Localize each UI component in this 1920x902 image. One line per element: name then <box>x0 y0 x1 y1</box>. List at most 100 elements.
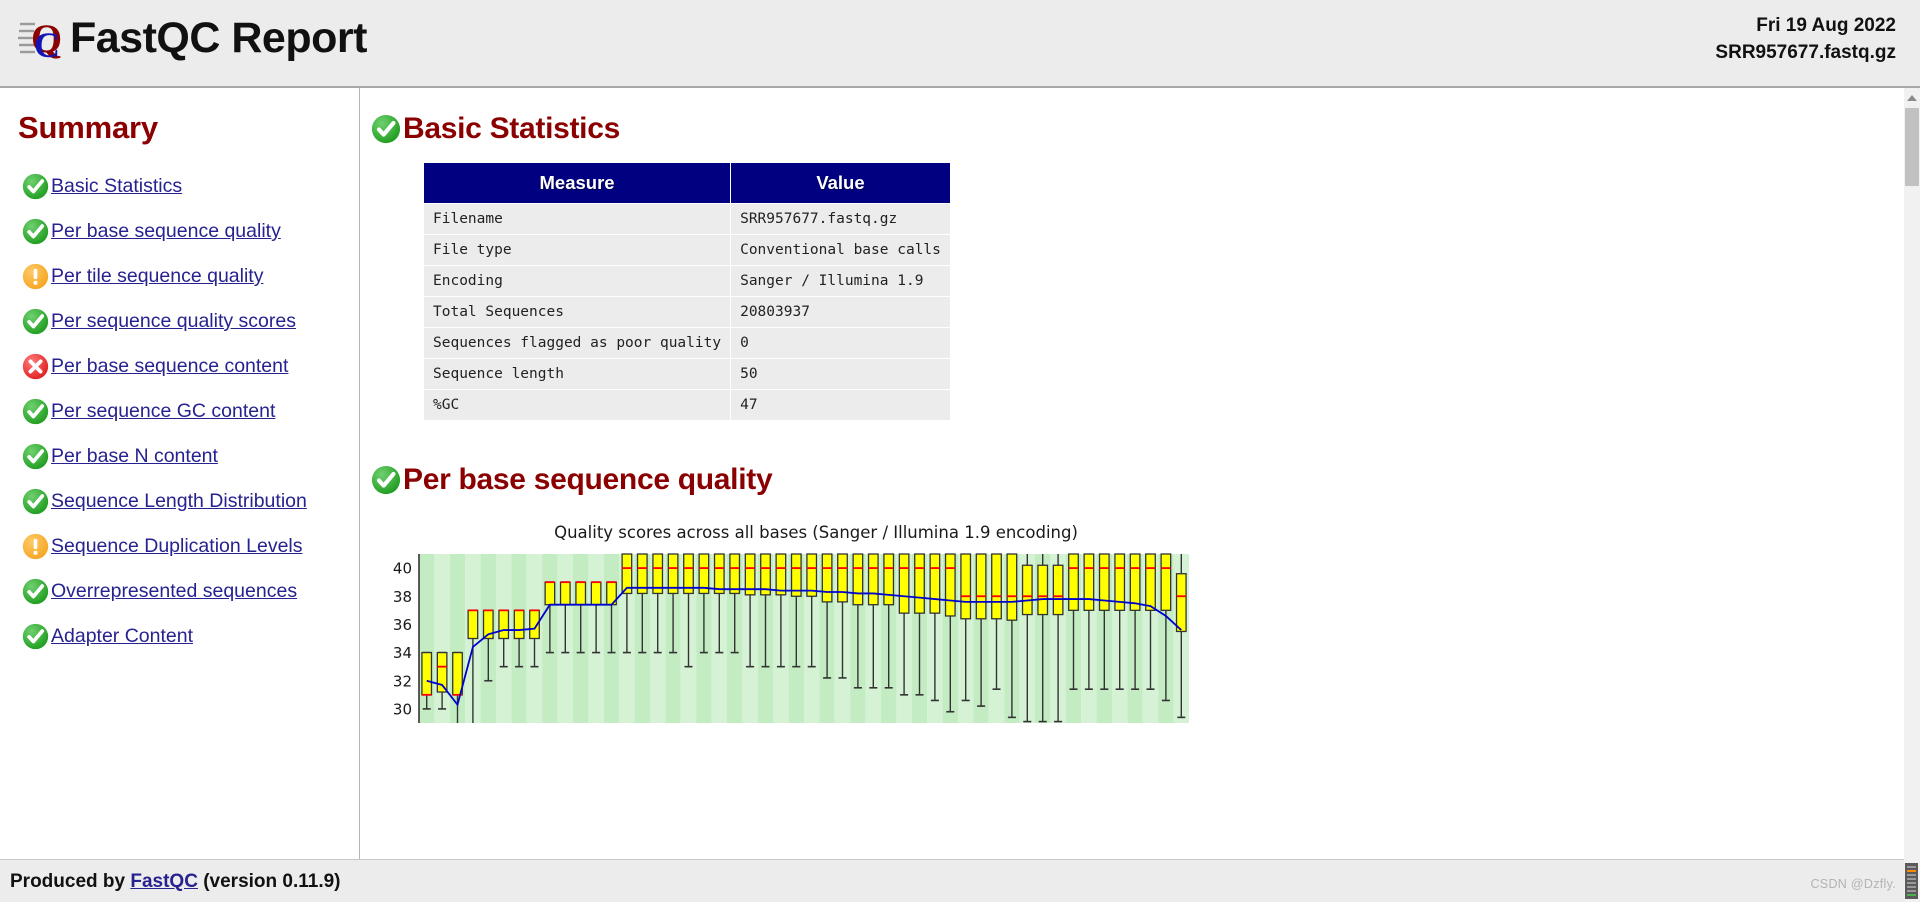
table-row: Filename SRR957677.fastq.gz <box>422 203 951 235</box>
table-row: File type Conventional base calls <box>422 234 951 266</box>
check-circle-icon <box>22 398 49 425</box>
report-filename: SRR957677.fastq.gz <box>1715 41 1896 63</box>
basic-statistics-title: Basic Statistics <box>403 112 620 145</box>
scrollbar-corner <box>1904 859 1920 902</box>
table-header-row: Measure Value <box>422 162 951 204</box>
measure-cell: Filename <box>422 203 732 235</box>
sidebar-item-per-base-sequence-content[interactable]: Per base sequence content <box>0 344 359 389</box>
page-header: Q C FastQC Report Fri 19 Aug 2022 SRR957… <box>0 0 1920 88</box>
chart-canvas: 30 32 34 36 38 40 <box>393 553 1189 723</box>
check-circle-icon <box>22 488 49 515</box>
column-header-measure: Measure <box>422 162 732 204</box>
svg-text:40: 40 <box>393 560 412 578</box>
y-axis-ticks: 30 32 34 36 38 40 <box>393 560 412 719</box>
page-title: FastQC Report <box>70 13 367 62</box>
value-cell: 47 <box>730 389 951 421</box>
value-cell: 50 <box>730 358 951 390</box>
sidebar-item-label[interactable]: Overrepresented sequences <box>51 580 297 603</box>
sidebar-item-per-sequence-gc-content[interactable]: Per sequence GC content <box>0 389 359 434</box>
footer-suffix: (version 0.11.9) <box>197 871 341 892</box>
header-brand: Q C FastQC Report <box>18 12 367 65</box>
basic-statistics-body: Filename SRR957677.fastq.gz File type Conve… <box>422 203 951 421</box>
table-row: Encoding Sanger / Illumina 1.9 <box>422 265 951 297</box>
check-circle-icon <box>371 114 401 144</box>
sidebar-item-label[interactable]: Per tile sequence quality <box>51 265 263 288</box>
fastqc-logo-icon: Q C <box>18 12 74 65</box>
cross-circle-icon <box>22 353 49 380</box>
value-cell: 20803937 <box>730 296 951 328</box>
measure-cell: %GC <box>422 389 732 421</box>
basic-statistics-table: Measure Value Filename SRR957677.fastq.gz… <box>422 162 951 421</box>
footer-credit: Produced by FastQC (version 0.11.9) <box>10 871 341 893</box>
svg-text:34: 34 <box>393 644 412 662</box>
main-content: Basic Statistics Measure Value Filename S… <box>361 88 1904 859</box>
module-per-base-sequence-quality: Per base sequence quality Quality scores… <box>361 463 1904 725</box>
sidebar-item-basic-statistics[interactable]: Basic Statistics <box>0 164 359 209</box>
exclamation-circle-icon <box>22 533 49 560</box>
sidebar-item-label[interactable]: Basic Statistics <box>51 175 182 198</box>
summary-sidebar: Summary Basic Statistics Per base sequenc… <box>0 88 360 859</box>
measure-cell: Sequence length <box>422 358 732 390</box>
sidebar-item-adapter-content[interactable]: Adapter Content <box>0 614 359 659</box>
measure-cell: File type <box>422 234 732 266</box>
minimap-scroll-indicator[interactable] <box>1905 863 1918 899</box>
check-circle-icon <box>22 173 49 200</box>
sidebar-item-label[interactable]: Per sequence GC content <box>51 400 275 423</box>
fastqc-report-page: Q C FastQC Report Fri 19 Aug 2022 SRR957… <box>0 0 1920 902</box>
exclamation-circle-icon <box>22 263 49 290</box>
svg-text:38: 38 <box>393 588 412 606</box>
measure-cell: Sequences flagged as poor quality <box>422 327 732 359</box>
sidebar-item-per-base-n-content[interactable]: Per base N content <box>0 434 359 479</box>
sidebar-item-label[interactable]: Per sequence quality scores <box>51 310 296 333</box>
summary-list: Basic Statistics Per base sequence qualit… <box>0 164 359 659</box>
per-base-sequence-quality-heading: Per base sequence quality <box>371 463 1904 497</box>
watermark: CSDN @Dzfly. <box>1810 877 1896 891</box>
measure-cell: Total Sequences <box>422 296 732 328</box>
svg-text:36: 36 <box>393 616 412 634</box>
check-circle-icon <box>22 308 49 335</box>
report-date: Fri 19 Aug 2022 <box>1756 15 1896 36</box>
svg-text:32: 32 <box>393 672 412 690</box>
sidebar-item-label[interactable]: Per base sequence content <box>51 355 288 378</box>
page-footer: Produced by FastQC (version 0.11.9) CSDN… <box>0 859 1920 902</box>
sidebar-item-label[interactable]: Adapter Content <box>51 625 193 648</box>
footer-prefix: Produced by <box>10 871 131 892</box>
check-circle-icon <box>22 578 49 605</box>
value-cell: SRR957677.fastq.gz <box>730 203 951 235</box>
basic-statistics-heading: Basic Statistics <box>371 112 1904 146</box>
value-cell: Conventional base calls <box>730 234 951 266</box>
fastqc-link[interactable]: FastQC <box>130 871 198 892</box>
chart-title: Quality scores across all bases (Sanger … <box>554 523 1078 542</box>
check-circle-icon <box>22 218 49 245</box>
svg-text:C: C <box>34 25 60 64</box>
module-basic-statistics: Basic Statistics Measure Value Filename S… <box>361 112 1904 421</box>
sidebar-item-per-tile-sequence-quality[interactable]: Per tile sequence quality <box>0 254 359 299</box>
check-circle-icon <box>22 443 49 470</box>
sidebar-item-label[interactable]: Per base sequence quality <box>51 220 281 243</box>
sidebar-item-overrepresented-sequences[interactable]: Overrepresented sequences <box>0 569 359 614</box>
vertical-scrollbar-thumb[interactable] <box>1905 108 1919 186</box>
measure-cell: Encoding <box>422 265 732 297</box>
table-row: Sequence length 50 <box>422 358 951 390</box>
table-row: Sequences flagged as poor quality 0 <box>422 327 951 359</box>
check-circle-icon <box>22 623 49 650</box>
sidebar-item-label[interactable]: Per base N content <box>51 445 218 468</box>
sidebar-item-label[interactable]: Sequence Length Distribution <box>51 490 307 513</box>
svg-text:30: 30 <box>393 700 412 718</box>
sidebar-item-sequence-duplication-levels[interactable]: Sequence Duplication Levels <box>0 524 359 569</box>
vertical-scrollbar[interactable] <box>1904 88 1920 859</box>
sidebar-item-per-base-sequence-quality[interactable]: Per base sequence quality <box>0 209 359 254</box>
per-base-quality-chart: Quality scores across all bases (Sanger … <box>371 523 1371 725</box>
table-row: Total Sequences 20803937 <box>422 296 951 328</box>
scroll-up-arrow-icon[interactable] <box>1904 90 1920 106</box>
sidebar-item-sequence-length-distribution[interactable]: Sequence Length Distribution <box>0 479 359 524</box>
value-cell: 0 <box>730 327 951 359</box>
value-cell: Sanger / Illumina 1.9 <box>730 265 951 297</box>
check-circle-icon <box>371 465 401 495</box>
sidebar-item-label[interactable]: Sequence Duplication Levels <box>51 535 303 558</box>
column-header-value: Value <box>730 162 951 204</box>
table-row: %GC 47 <box>422 389 951 421</box>
summary-heading: Summary <box>18 110 158 145</box>
per-base-sequence-quality-title: Per base sequence quality <box>403 463 773 496</box>
sidebar-item-per-sequence-quality-scores[interactable]: Per sequence quality scores <box>0 299 359 344</box>
